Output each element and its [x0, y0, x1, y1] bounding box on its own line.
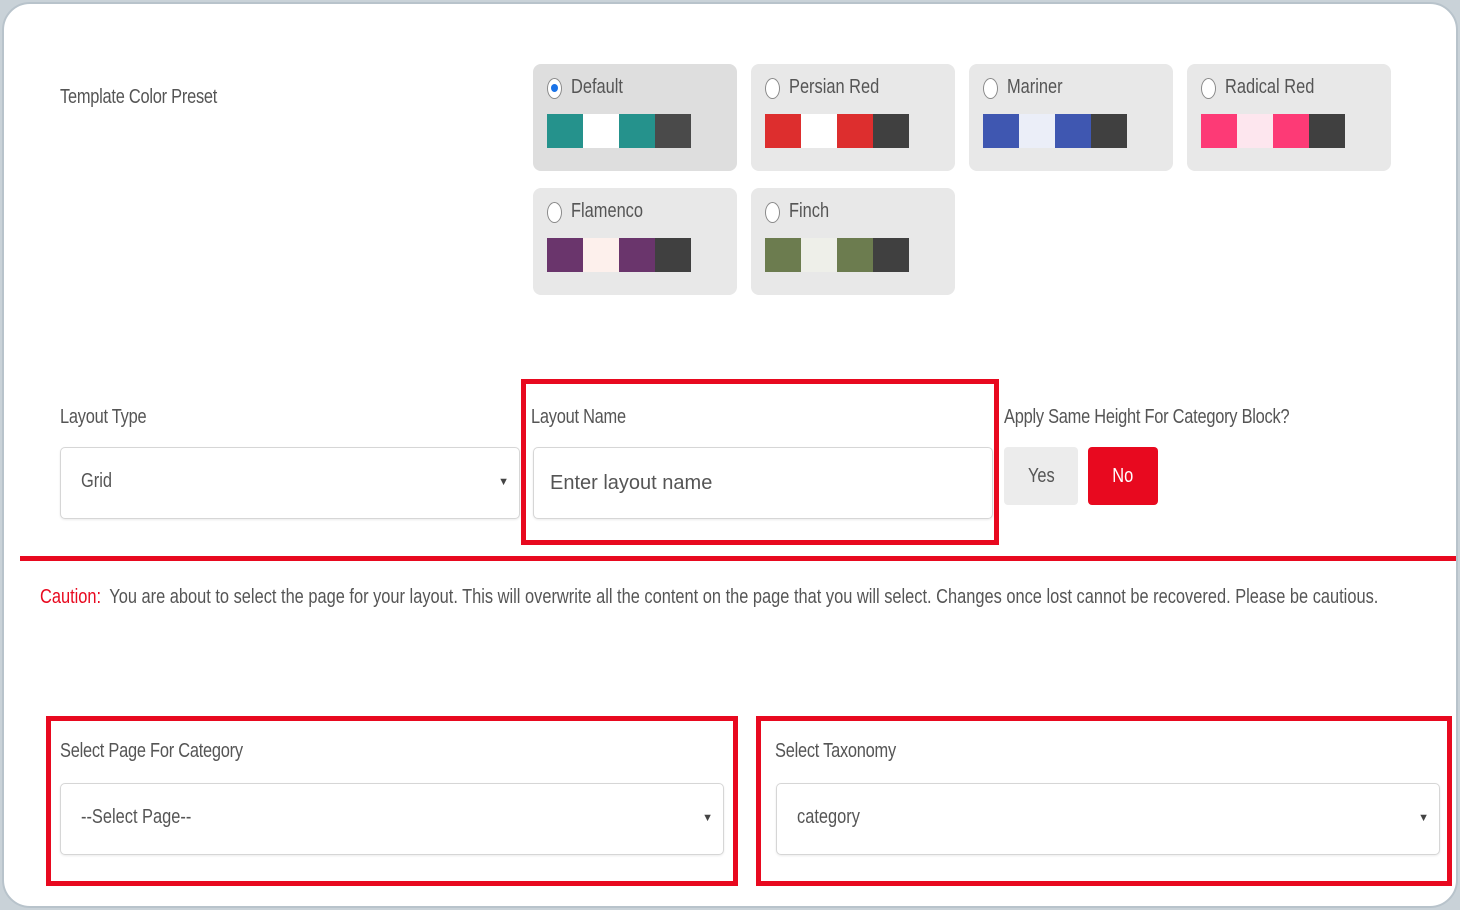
radio-flamenco[interactable] [547, 202, 562, 223]
preset-finch[interactable]: Finch [751, 188, 955, 295]
radio-mariner[interactable] [983, 78, 998, 99]
preset-name: Default [571, 76, 623, 98]
radio-default[interactable] [547, 78, 562, 99]
layout-type-label: Layout Type [60, 406, 147, 428]
red-divider [20, 556, 1456, 561]
swatch [1237, 114, 1273, 148]
radio-radical-red[interactable] [1201, 78, 1216, 99]
select-taxonomy-dropdown[interactable]: category ▼ [776, 783, 1440, 855]
yes-label: Yes [1027, 465, 1055, 487]
caution-label: Caution: [40, 586, 102, 608]
chevron-down-icon: ▼ [702, 812, 713, 824]
color-swatches [983, 114, 1127, 148]
swatch [801, 238, 837, 272]
chevron-down-icon: ▼ [498, 476, 509, 488]
swatch [837, 238, 873, 272]
swatch [583, 114, 619, 148]
preset-persian-red[interactable]: Persian Red [751, 64, 955, 171]
preset-flamenco[interactable]: Flamenco [533, 188, 737, 295]
select-page-label: Select Page For Category [60, 740, 243, 762]
swatch [1091, 114, 1127, 148]
color-swatches [547, 114, 691, 148]
preset-default[interactable]: Default [533, 64, 737, 171]
preset-name: Persian Red [789, 76, 880, 98]
swatch [583, 238, 619, 272]
swatch [801, 114, 837, 148]
swatch [1019, 114, 1055, 148]
select-taxonomy-label: Select Taxonomy [775, 740, 896, 762]
preset-name: Flamenco [571, 200, 644, 222]
swatch [873, 114, 909, 148]
layout-name-field[interactable] [533, 447, 993, 519]
same-height-label: Apply Same Height For Category Block? [1004, 406, 1290, 428]
swatch [619, 238, 655, 272]
radio-finch[interactable] [765, 202, 780, 223]
swatch [837, 114, 873, 148]
no-button[interactable]: No [1088, 447, 1158, 505]
radio-persian-red[interactable] [765, 78, 780, 99]
swatch [1309, 114, 1345, 148]
swatch [873, 238, 909, 272]
layout-name-label: Layout Name [531, 406, 626, 428]
swatch [547, 238, 583, 272]
swatch [619, 114, 655, 148]
swatch [983, 114, 1019, 148]
caution-text: You are about to select the page for you… [109, 586, 1379, 608]
color-swatches [547, 238, 691, 272]
swatch [765, 114, 801, 148]
yes-button[interactable]: Yes [1004, 447, 1078, 505]
preset-name: Mariner [1007, 76, 1063, 98]
select-page-dropdown[interactable]: --Select Page-- ▼ [60, 783, 724, 855]
swatch [655, 114, 691, 148]
swatch [1055, 114, 1091, 148]
settings-panel: Template Color Preset Default Persian Re… [2, 2, 1458, 908]
swatch [765, 238, 801, 272]
swatch [1273, 114, 1309, 148]
select-taxonomy-value: category [797, 806, 860, 828]
preset-name: Finch [789, 200, 830, 222]
chevron-down-icon: ▼ [1418, 812, 1429, 824]
color-preset-label: Template Color Preset [60, 86, 218, 108]
no-label: No [1112, 465, 1134, 487]
swatch [655, 238, 691, 272]
layout-name-input[interactable] [534, 448, 992, 518]
color-swatches [1201, 114, 1345, 148]
preset-name: Radical Red [1225, 76, 1315, 98]
caution-message: Caution: You are about to select the page… [40, 586, 1378, 609]
preset-mariner[interactable]: Mariner [969, 64, 1173, 171]
swatch [1201, 114, 1237, 148]
color-swatches [765, 114, 909, 148]
preset-radical-red[interactable]: Radical Red [1187, 64, 1391, 171]
layout-type-value: Grid [81, 470, 112, 492]
select-page-value: --Select Page-- [81, 806, 192, 828]
layout-type-select[interactable]: Grid ▼ [60, 447, 520, 519]
swatch [547, 114, 583, 148]
color-swatches [765, 238, 909, 272]
